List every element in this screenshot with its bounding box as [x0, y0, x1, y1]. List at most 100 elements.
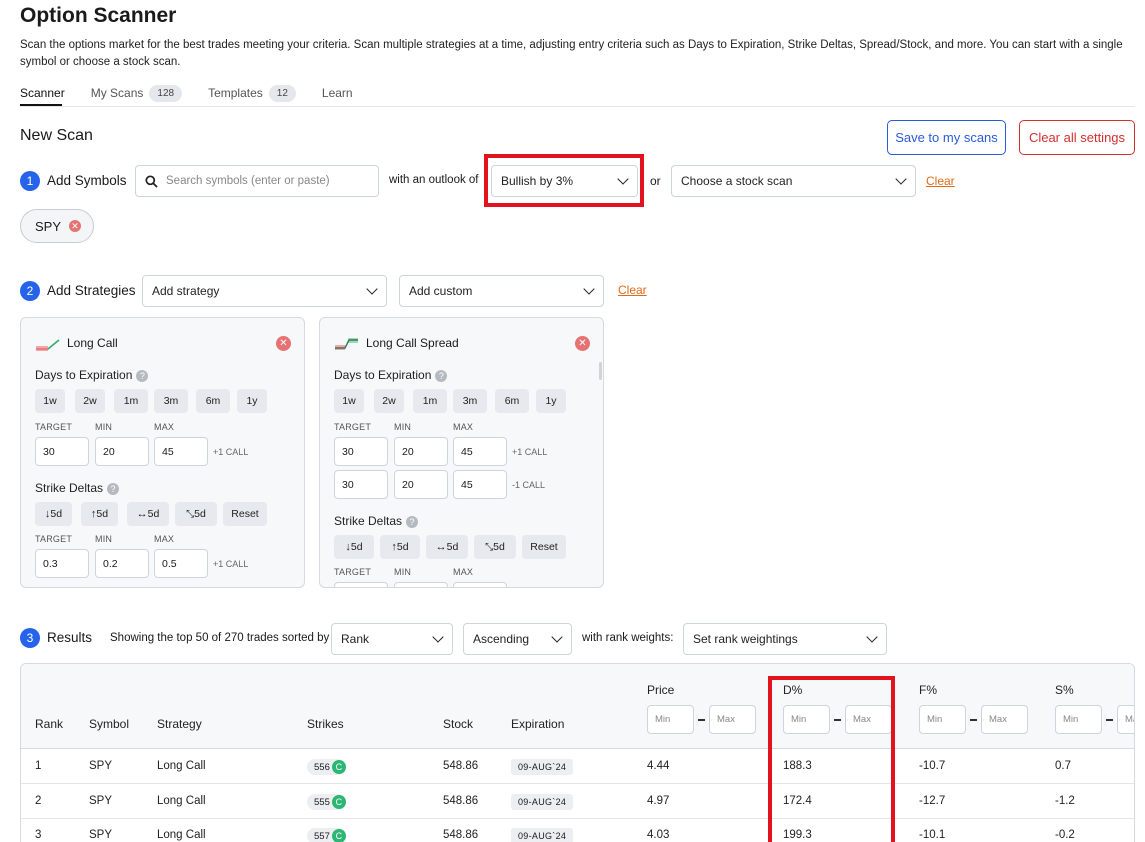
f-min-input[interactable]: Min — [919, 705, 966, 734]
chevron-down-icon — [551, 630, 563, 643]
f-max-input[interactable]: Max — [981, 705, 1028, 734]
cell-symbol[interactable]: SPY — [89, 829, 112, 841]
col-header-f-pct[interactable]: F% — [919, 683, 937, 697]
delta-reset-button[interactable]: Reset — [223, 502, 267, 526]
sort-order-select[interactable]: Ascending — [463, 623, 572, 655]
pill-label: 5d — [147, 508, 160, 520]
delta-up-button[interactable]: ↑ 5d — [380, 535, 420, 559]
delta-target-input[interactable]: 0.3 — [35, 549, 89, 578]
step-number: 1 — [20, 171, 40, 191]
col-header-strikes[interactable]: Strikes — [307, 717, 344, 731]
col-min: MIN — [394, 422, 412, 432]
chevron-down-icon — [866, 630, 878, 643]
dte-target-input[interactable]: 30 — [35, 437, 89, 466]
delta-max-input[interactable] — [453, 582, 507, 587]
delta-down-button[interactable]: ↓ 5d — [334, 535, 374, 559]
dte-pill-2w[interactable]: 2w — [75, 389, 105, 413]
dte-max-input[interactable]: 45 — [453, 470, 507, 499]
help-icon[interactable]: ? — [435, 370, 448, 382]
dte-pill-1m[interactable]: 1m — [114, 389, 148, 413]
cell-symbol[interactable]: SPY — [89, 795, 112, 807]
close-icon[interactable]: ✕ — [276, 336, 291, 351]
dte-min-input[interactable]: 20 — [394, 470, 448, 499]
delta-target-input[interactable] — [334, 582, 388, 587]
cell-price: 4.03 — [647, 829, 670, 841]
dte-pill-1y[interactable]: 1y — [237, 389, 267, 413]
outlook-label: with an outlook of — [389, 174, 479, 186]
dte-target-input[interactable]: 30 — [334, 470, 388, 499]
tab-my-scans[interactable]: My Scans 128 — [90, 84, 183, 102]
delta-reset-button[interactable]: Reset — [522, 535, 566, 559]
dte-pill-1y[interactable]: 1y — [536, 389, 566, 413]
dte-min-input[interactable]: 20 — [95, 437, 149, 466]
tab-scanner[interactable]: Scanner — [20, 84, 65, 102]
tab-templates[interactable]: Templates 12 — [208, 84, 296, 102]
tab-label: My Scans — [90, 86, 144, 100]
symbol-search-input[interactable]: Search symbols (enter or paste) — [135, 165, 379, 197]
dte-max-input[interactable]: 45 — [453, 437, 507, 466]
price-min-input[interactable]: Min — [647, 705, 694, 734]
col-header-rank[interactable]: Rank — [35, 717, 63, 731]
dte-pill-3m[interactable]: 3m — [154, 389, 188, 413]
tab-label: Learn — [321, 86, 353, 100]
delta-widen-button[interactable]: ↔ 5d — [127, 502, 169, 526]
dte-pill-6m[interactable]: 6m — [196, 389, 230, 413]
col-min: MIN — [95, 422, 113, 432]
clear-strategies-link[interactable]: Clear — [618, 283, 647, 297]
col-header-symbol[interactable]: Symbol — [89, 717, 129, 731]
dte-min-input[interactable]: 20 — [394, 437, 448, 466]
col-header-price[interactable]: Price — [647, 683, 674, 697]
tab-learn[interactable]: Learn — [322, 84, 353, 102]
help-icon[interactable]: ? — [107, 483, 120, 495]
delta-max-input[interactable]: 0.5 — [154, 549, 208, 578]
close-icon[interactable]: ✕ — [575, 336, 590, 351]
help-icon[interactable]: ? — [406, 516, 419, 528]
dte-target-input[interactable]: 30 — [334, 437, 388, 466]
dte-pill-2w[interactable]: 2w — [374, 389, 404, 413]
col-max: MAX — [453, 422, 474, 432]
delta-narrow-button[interactable]: ⤡ 5d — [175, 502, 217, 526]
s-min-input[interactable]: Min — [1055, 705, 1102, 734]
cell-strategy: Long Call — [157, 795, 206, 807]
tab-label: Templates — [208, 86, 263, 100]
scrollbar[interactable] — [599, 362, 602, 380]
delta-label-text: Strike Deltas — [334, 514, 403, 528]
remove-icon[interactable]: ✕ — [69, 220, 82, 232]
page-description: Scan the options market for the best tra… — [20, 39, 1123, 68]
step-label: Add Strategies — [47, 283, 136, 298]
dte-max-input[interactable]: 45 — [154, 437, 208, 466]
col-header-s-pct[interactable]: S% — [1055, 683, 1074, 697]
save-scan-button[interactable]: Save to my scans — [887, 120, 1006, 155]
delta-down-button[interactable]: ↓ 5d — [35, 502, 72, 526]
dte-pill-3m[interactable]: 3m — [453, 389, 487, 413]
delta-up-button[interactable]: ↑ 5d — [81, 502, 118, 526]
sort-by-select[interactable]: Rank — [331, 623, 453, 655]
price-max-input[interactable]: Max — [709, 705, 756, 734]
outlook-select[interactable]: Bullish by 3% — [491, 165, 638, 197]
chip-label: SPY — [35, 218, 62, 234]
strike-pill: 556 C — [307, 759, 346, 775]
cell-symbol[interactable]: SPY — [89, 760, 112, 772]
clear-symbols-link[interactable]: Clear — [926, 174, 955, 188]
rank-weights-select[interactable]: Set rank weightings — [683, 623, 887, 655]
dte-pill-1w[interactable]: 1w — [334, 389, 364, 413]
col-header-strategy[interactable]: Strategy — [157, 717, 202, 731]
s-max-input[interactable]: Max — [1117, 705, 1134, 734]
add-custom-select[interactable]: Add custom — [399, 275, 604, 307]
delta-narrow-button[interactable]: ⤡ 5d — [474, 535, 516, 559]
add-strategy-select[interactable]: Add strategy — [142, 275, 387, 307]
dte-pill-6m[interactable]: 6m — [495, 389, 529, 413]
clear-all-button[interactable]: Clear all settings — [1019, 120, 1135, 155]
col-header-stock[interactable]: Stock — [443, 717, 473, 731]
stock-scan-select[interactable]: Choose a stock scan — [671, 165, 916, 197]
help-icon[interactable]: ? — [136, 370, 149, 382]
pill-label: 5d — [96, 508, 109, 520]
cell-stock: 548.86 — [443, 795, 479, 807]
delta-min-input[interactable] — [394, 582, 448, 587]
delta-min-input[interactable]: 0.2 — [95, 549, 149, 578]
range-dash — [698, 719, 705, 721]
col-header-expiration[interactable]: Expiration — [511, 717, 564, 731]
dte-pill-1m[interactable]: 1m — [413, 389, 447, 413]
dte-pill-1w[interactable]: 1w — [35, 389, 65, 413]
delta-widen-button[interactable]: ↔ 5d — [426, 535, 468, 559]
